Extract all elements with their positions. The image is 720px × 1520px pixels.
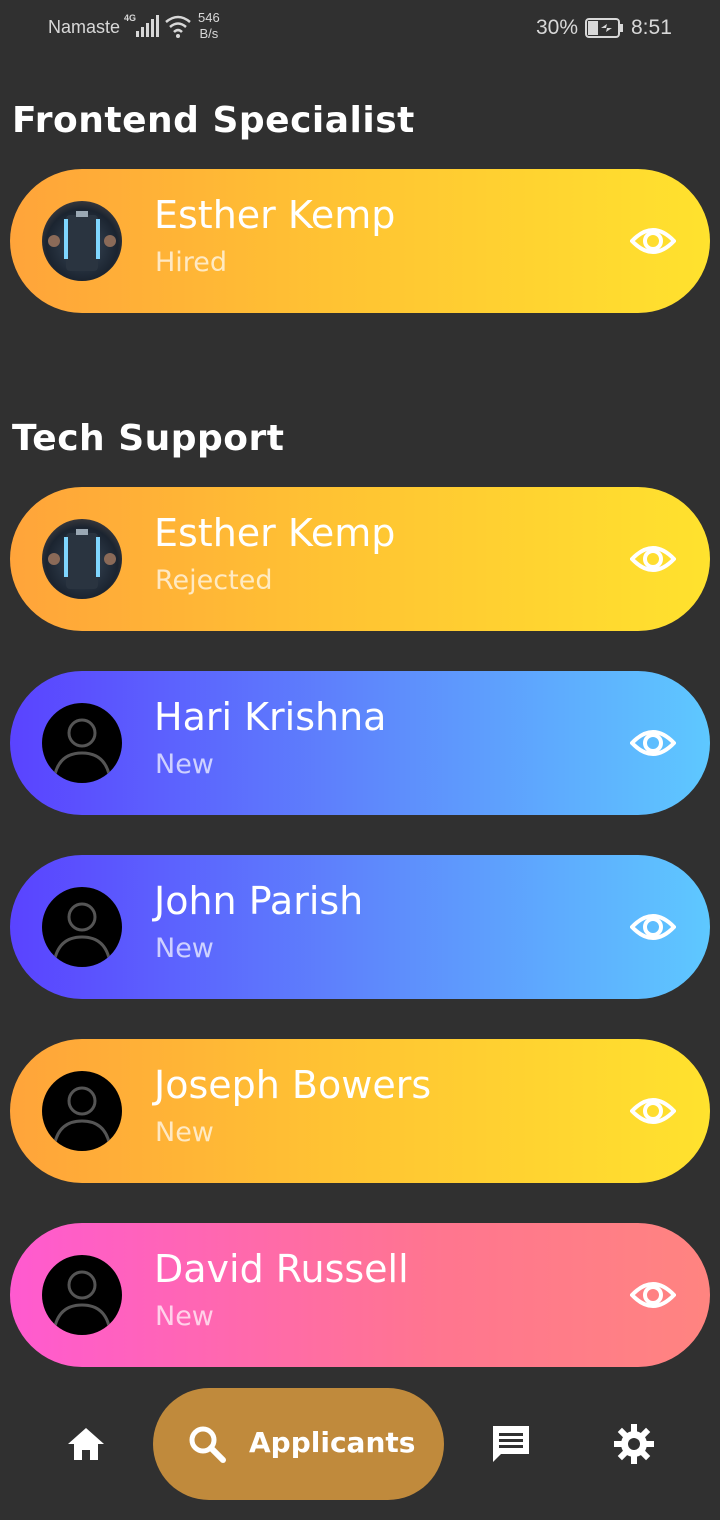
applicant-status: New <box>155 933 214 964</box>
applicant-photo-avatar <box>42 519 122 599</box>
app-screen: Namaste 4G 546 B/s 30% 8:51 Frontend Spe… <box>0 0 720 1520</box>
speed-value: 546 <box>198 10 220 25</box>
applicant-card[interactable]: Hari Krishna New <box>10 671 710 815</box>
network-speed: 546 B/s <box>198 10 220 42</box>
default-person-icon <box>42 1071 122 1151</box>
default-person-icon <box>42 1255 122 1335</box>
carrier-name: Namaste <box>48 17 121 37</box>
search-icon <box>189 1426 226 1463</box>
view-eye-icon[interactable] <box>630 723 676 763</box>
battery-percent: 30% <box>536 16 579 39</box>
applicant-name: John Parish <box>154 879 364 923</box>
applicant-status: Rejected <box>155 565 273 596</box>
battery-icon <box>585 18 623 38</box>
applicant-card[interactable]: David Russell New <box>10 1223 710 1367</box>
applicant-photo-avatar <box>42 201 122 281</box>
view-eye-icon[interactable] <box>630 907 676 947</box>
applicant-status: New <box>155 1301 214 1332</box>
view-eye-icon[interactable] <box>630 539 676 579</box>
default-person-icon <box>42 887 122 967</box>
view-eye-icon[interactable] <box>630 221 676 261</box>
applicant-name: Esther Kemp <box>154 193 396 237</box>
applicant-name: David Russell <box>154 1247 409 1291</box>
nav-applicants-tab[interactable]: Applicants <box>153 1388 444 1500</box>
speed-unit: B/s <box>199 26 219 41</box>
view-eye-icon[interactable] <box>630 1091 676 1131</box>
photo-avatar-image <box>48 529 116 589</box>
clock: 8:51 <box>631 16 672 39</box>
signal-icon <box>136 15 159 37</box>
chat-icon[interactable] <box>489 1422 533 1466</box>
wifi-icon <box>165 15 191 38</box>
gear-icon[interactable] <box>612 1422 656 1466</box>
applicant-status: Hired <box>155 247 228 278</box>
nav-applicants-label: Applicants <box>249 1426 416 1459</box>
applicant-name: Hari Krishna <box>154 695 387 739</box>
applicant-name: Joseph Bowers <box>154 1063 432 1107</box>
home-icon[interactable] <box>64 1422 108 1466</box>
bottom-navigation: Applicants <box>0 1388 720 1500</box>
applicant-card[interactable]: Esther Kemp Rejected <box>10 487 710 631</box>
applicant-status: New <box>155 1117 214 1148</box>
applicant-card[interactable]: Joseph Bowers New <box>10 1039 710 1183</box>
applicant-status: New <box>155 749 214 780</box>
applicant-card[interactable]: Esther Kemp Hired <box>10 169 710 313</box>
section-title-tech-support: Tech Support <box>12 418 285 459</box>
applicant-name: Esther Kemp <box>154 511 396 555</box>
applicant-card[interactable]: John Parish New <box>10 855 710 999</box>
view-eye-icon[interactable] <box>630 1275 676 1315</box>
status-bar: Namaste 4G 546 B/s 30% 8:51 <box>0 0 720 56</box>
section-title-frontend-specialist: Frontend Specialist <box>12 100 415 141</box>
photo-avatar-image <box>48 211 116 271</box>
default-person-icon <box>42 703 122 783</box>
network-type: 4G <box>124 13 137 23</box>
